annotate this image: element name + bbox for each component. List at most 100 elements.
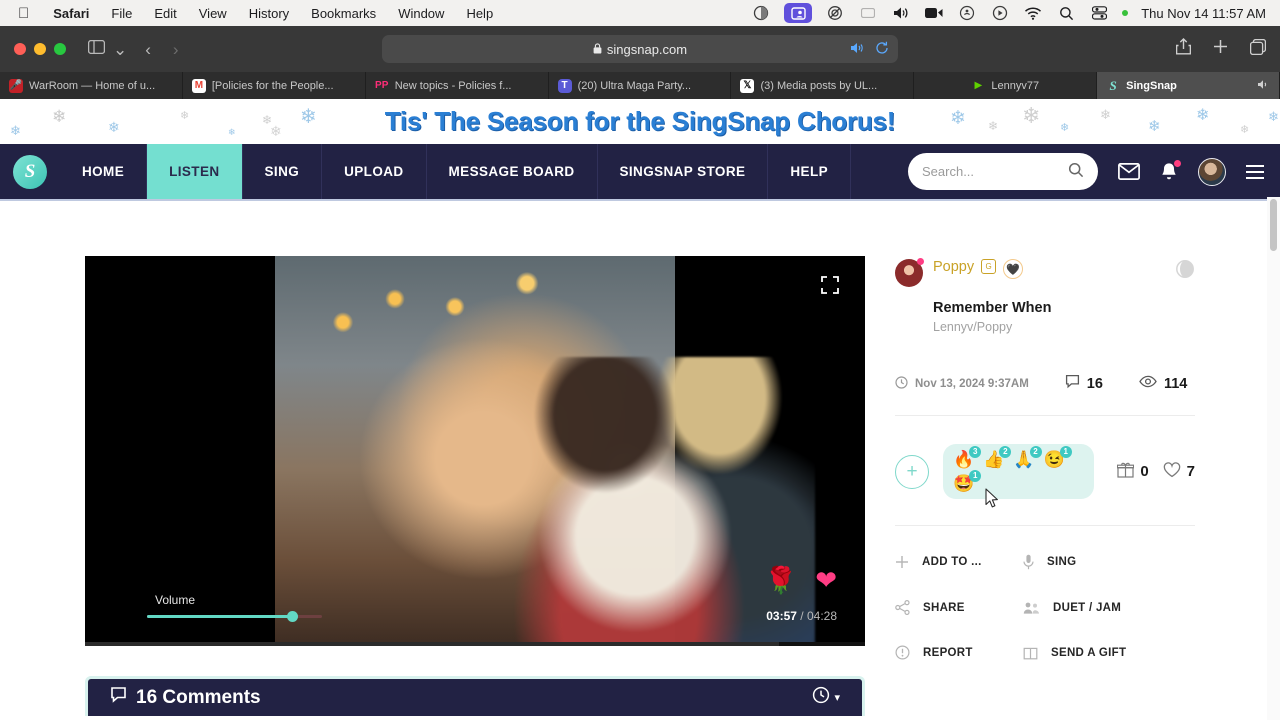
reload-icon[interactable] [875, 41, 889, 58]
browser-tab[interactable]: ▶ Lennyv77 [914, 72, 1098, 99]
hamburger-menu-icon[interactable] [1246, 164, 1264, 179]
browser-tab[interactable]: T (20) Ultra Maga Party... [549, 72, 732, 99]
holiday-banner[interactable]: ❄ ❄ ❄ ❄ ❄ ❄ ❄ ❄ Tis' The Season for the … [0, 99, 1280, 144]
action-share[interactable]: SHARE [895, 600, 1023, 615]
browser-toolbar: ⌄ ‹ › singsnap.com [0, 26, 1280, 72]
apple-logo-icon[interactable]:  [18, 6, 29, 21]
love-count[interactable]: 7 [1163, 461, 1195, 482]
volume-icon[interactable] [891, 3, 911, 23]
tab-audio-icon[interactable] [850, 42, 865, 57]
side-counts: 0 7 [1117, 461, 1195, 482]
screen-sharing-icon[interactable] [784, 3, 813, 23]
minimize-window-button[interactable] [34, 43, 46, 55]
avatar[interactable] [1198, 157, 1226, 186]
nav-item-home[interactable]: HOME [60, 144, 148, 199]
menu-history[interactable]: History [238, 6, 300, 21]
song-artists: Lennyv/Poppy [933, 320, 1013, 334]
window-controls[interactable] [14, 43, 66, 55]
report-icon [895, 645, 910, 660]
sidebar-dropdown-icon[interactable]: ⌄ [113, 41, 127, 58]
do-not-disturb-icon[interactable] [825, 3, 845, 23]
wink-reaction[interactable]: 😉 1 [1044, 446, 1072, 468]
menu-bookmarks[interactable]: Bookmarks [300, 6, 387, 21]
browser-tab[interactable]: 🎤 WarRoom — Home of u... [0, 72, 183, 99]
mouse-cursor [985, 488, 999, 514]
nav-item-message-board[interactable]: MESSAGE BOARD [427, 144, 598, 199]
volume-slider[interactable] [147, 611, 322, 622]
browser-tab[interactable]: 𝕏 (3) Media posts by UL... [731, 72, 915, 99]
vpn-icon[interactable] [858, 3, 878, 23]
nav-item-sing[interactable]: SING [243, 144, 323, 199]
comment-icon [1065, 374, 1080, 393]
maximize-window-button[interactable] [54, 43, 66, 55]
page-scrollbar[interactable] [1267, 197, 1280, 720]
volume-knob[interactable] [287, 611, 298, 622]
mail-icon[interactable] [1118, 163, 1140, 180]
video-subject [515, 357, 815, 646]
fire-reaction[interactable]: 🔥 3 [953, 446, 982, 468]
action-send-a-gift[interactable]: SEND A GIFT [1023, 645, 1195, 660]
address-bar[interactable]: singsnap.com [382, 35, 898, 63]
pray-reaction[interactable]: 🙏 2 [1013, 446, 1042, 468]
star-struck-reaction[interactable]: 🤩 1 [953, 470, 982, 492]
action-add-to[interactable]: ADD TO ... [895, 554, 1023, 570]
menu-edit[interactable]: Edit [143, 6, 187, 21]
new-tab-icon[interactable] [1213, 39, 1228, 59]
tab-overview-icon[interactable] [1249, 38, 1267, 60]
duet-icon [1023, 601, 1040, 615]
menu-safari[interactable]: Safari [42, 6, 100, 21]
add-reaction-button[interactable]: + [895, 454, 929, 489]
forward-icon[interactable]: › [173, 41, 179, 58]
action-sing[interactable]: SING [1023, 554, 1195, 570]
sidebar-icon[interactable] [87, 39, 106, 59]
close-window-button[interactable] [14, 43, 26, 55]
browser-tab-active[interactable]: S SingSnap [1097, 72, 1280, 99]
player-reactions[interactable]: 🌹 ❤ [765, 565, 837, 596]
menu-window[interactable]: Window [387, 6, 455, 21]
gift-count[interactable]: 0 [1117, 462, 1149, 482]
nav-item-help[interactable]: HELP [768, 144, 851, 199]
view-count-value: 114 [1163, 375, 1188, 392]
menu-view[interactable]: View [188, 6, 238, 21]
progress-bar[interactable] [85, 642, 865, 646]
video-player[interactable]: Volume 🌹 ❤ 03:57 / 04:28 [85, 256, 865, 646]
tab-label: (20) Ultra Maga Party... [577, 79, 692, 92]
browser-tab[interactable]: M [Policies for the People... [183, 72, 366, 99]
rose-icon[interactable]: 🌹 [765, 565, 797, 596]
wifi-icon[interactable] [1023, 3, 1043, 23]
nav-item-singsnap-store[interactable]: SINGSNAP STORE [598, 144, 769, 199]
comments-count-label: 16 Comments [136, 686, 261, 708]
author-username[interactable]: Poppy [933, 259, 974, 275]
scrollbar-thumb[interactable] [1270, 199, 1277, 251]
back-icon[interactable]: ‹ [145, 41, 151, 58]
action-duet-jam[interactable]: DUET / JAM [1023, 600, 1195, 615]
tab-mute-icon[interactable] [1257, 79, 1270, 93]
thumbs-up-reaction[interactable]: 👍 2 [983, 446, 1012, 468]
bell-icon[interactable] [1160, 160, 1181, 181]
now-playing-icon[interactable] [990, 3, 1010, 23]
airdrop-icon[interactable] [957, 3, 977, 23]
heart-icon[interactable]: ❤ [815, 565, 837, 596]
control-center-icon[interactable] [1089, 3, 1109, 23]
browser-tab[interactable]: PP New topics - Policies f... [366, 72, 549, 99]
singsnap-logo[interactable]: S [0, 144, 60, 199]
orange-heart-icon[interactable]: 🖤 [1003, 259, 1024, 279]
fullscreen-icon[interactable] [821, 276, 839, 299]
author-avatar[interactable] [895, 258, 924, 287]
menu-file[interactable]: File [100, 6, 143, 21]
camera-icon[interactable] [924, 3, 944, 23]
screenshot-icon[interactable] [751, 3, 771, 23]
menu-bar-clock[interactable]: Thu Nov 14 11:57 AM [1141, 6, 1266, 21]
menu-help[interactable]: Help [455, 6, 504, 21]
volume-label: Volume [155, 593, 196, 607]
nav-item-upload[interactable]: UPLOAD [322, 144, 427, 199]
nav-item-listen[interactable]: LISTEN [147, 144, 243, 199]
volume-control[interactable]: Volume [147, 593, 322, 622]
search-input[interactable]: Search... [908, 153, 1098, 190]
share-icon[interactable] [1175, 38, 1192, 60]
action-report[interactable]: REPORT [895, 645, 1023, 660]
heart-outline-icon [1163, 461, 1181, 482]
search-icon[interactable] [1068, 162, 1084, 181]
spotlight-search-icon[interactable] [1056, 3, 1076, 23]
comments-sort-button[interactable]: ▾ [812, 686, 840, 709]
